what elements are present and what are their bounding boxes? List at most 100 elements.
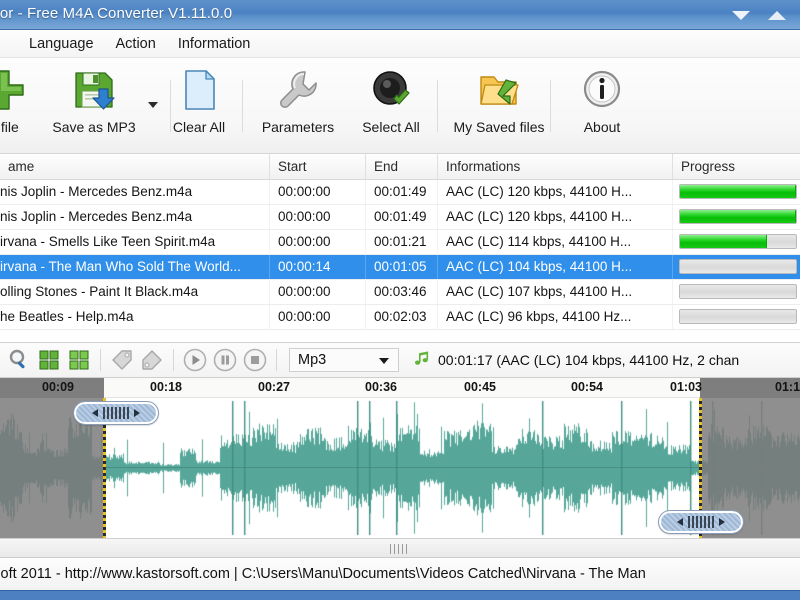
timeline-ruler[interactable]: 00:09 00:18 00:27 00:36 00:45 00:54 01:0… — [0, 378, 800, 398]
speaker-check-icon — [368, 64, 414, 116]
table-row[interactable]: irvana - Smells Like Teen Spirit.m4a 00:… — [0, 230, 800, 255]
status-bar: rSoft 2011 - http://www.kastorsoft.com |… — [0, 558, 800, 590]
waveform-scroll-strip[interactable] — [0, 538, 800, 558]
cell-info: AAC (LC) 104 kbps, 44100 H... — [438, 255, 673, 279]
selection-start-handle[interactable] — [73, 401, 159, 425]
menu-item-language[interactable]: Language — [18, 33, 105, 55]
table-row-selected[interactable]: irvana - The Man Who Sold The World... 0… — [0, 255, 800, 280]
progress-bar — [679, 259, 797, 274]
folder-arrow-icon — [476, 64, 522, 116]
save-as-mp3-label: Save as MP3 — [52, 119, 136, 135]
table-row[interactable]: nis Joplin - Mercedes Benz.m4a 00:00:00 … — [0, 180, 800, 205]
bottom-accent-bar — [0, 590, 800, 600]
selection-end-handle[interactable] — [658, 510, 744, 534]
cell-name: irvana - The Man Who Sold The World... — [0, 255, 270, 279]
waveform-baseline — [0, 467, 800, 468]
status-bar-text: rSoft 2011 - http://www.kastorsoft.com |… — [0, 566, 646, 582]
cell-info: AAC (LC) 107 kbps, 44100 H... — [438, 280, 673, 304]
column-header-progress[interactable]: Progress — [673, 154, 800, 179]
cell-name: olling Stones - Paint It Black.m4a — [0, 280, 270, 304]
chevron-down-icon[interactable] — [379, 358, 389, 364]
toolbar-separator-2 — [242, 80, 243, 132]
my-saved-files-button[interactable]: My Saved files — [445, 64, 553, 135]
wrench-icon — [275, 64, 321, 116]
cell-info: AAC (LC) 114 kbps, 44100 H... — [438, 230, 673, 254]
player-toolbar: Mp3 00:01:17 (AAC (LC) 104 kbps, 44100 H… — [0, 342, 800, 378]
grip-lines-icon — [688, 516, 714, 528]
column-header-end[interactable]: End — [366, 154, 438, 179]
menu-item-action[interactable]: Action — [105, 33, 167, 55]
parameters-label: Parameters — [261, 119, 335, 135]
magnifier-icon[interactable] — [4, 345, 34, 375]
progress-bar — [679, 309, 797, 324]
table-row[interactable]: olling Stones - Paint It Black.m4a 00:00… — [0, 280, 800, 305]
cell-name: nis Joplin - Mercedes Benz.m4a — [0, 180, 270, 204]
chevron-down-icon[interactable] — [732, 10, 750, 20]
select-all-label: Select All — [362, 119, 420, 135]
cell-end: 00:01:49 — [366, 180, 438, 204]
plus-icon — [0, 64, 27, 116]
cell-end: 00:01:21 — [366, 230, 438, 254]
zoom-in-grid-icon[interactable] — [64, 345, 94, 375]
cell-progress — [673, 280, 800, 304]
progress-bar — [679, 284, 797, 299]
cell-progress — [673, 180, 800, 204]
cell-name: irvana - Smells Like Teen Spirit.m4a — [0, 230, 270, 254]
progress-bar-fill — [680, 210, 796, 223]
progress-bar — [679, 234, 797, 249]
add-file-label: d file — [0, 119, 19, 135]
scroll-grip-icon[interactable] — [390, 544, 410, 554]
cell-progress — [673, 205, 800, 229]
title-bar: stor - Free M4A Converter V1.11.0.0 — [0, 0, 800, 30]
cell-start: 00:00:00 — [270, 180, 366, 204]
parameters-button[interactable]: Parameters — [244, 64, 352, 135]
arrow-right-icon — [719, 518, 725, 526]
cell-end: 00:01:05 — [366, 255, 438, 279]
table-row[interactable]: he Beatles - Help.m4a 00:00:00 00:02:03 … — [0, 305, 800, 330]
chevron-up-icon[interactable] — [768, 10, 786, 20]
about-label: About — [583, 119, 621, 135]
waveform-area[interactable]: 00:09 00:18 00:27 00:36 00:45 00:54 01:0… — [0, 378, 800, 538]
cell-info: AAC (LC) 96 kbps, 44100 Hz... — [438, 305, 673, 329]
arrow-left-icon — [677, 518, 683, 526]
cell-start: 00:00:00 — [270, 305, 366, 329]
ruler-tick: 01:03 — [670, 380, 702, 394]
column-header-informations[interactable]: Informations — [438, 154, 673, 179]
stop-icon[interactable] — [240, 345, 270, 375]
ruler-tick: 00:27 — [258, 380, 290, 394]
pause-icon[interactable] — [210, 345, 240, 375]
main-toolbar: d file Save as MP3 — [0, 58, 800, 154]
cell-end: 00:01:49 — [366, 205, 438, 229]
waveform-canvas-container[interactable] — [0, 398, 800, 538]
clear-all-button[interactable]: Clear All — [145, 64, 253, 135]
floppy-save-icon — [71, 64, 117, 116]
cell-progress — [673, 305, 800, 329]
menu-item-information[interactable]: Information — [167, 33, 262, 55]
cell-progress — [673, 230, 800, 254]
window-title: stor - Free M4A Converter V1.11.0.0 — [0, 5, 233, 22]
ruler-tick: 01:1 — [775, 380, 800, 394]
tag-remove-icon[interactable] — [137, 345, 167, 375]
player-separator — [100, 349, 101, 371]
tag-icon[interactable] — [107, 345, 137, 375]
player-separator-2 — [173, 349, 174, 371]
file-list-header: ame Start End Informations Progress — [0, 154, 800, 180]
cell-start: 00:00:00 — [270, 205, 366, 229]
my-saved-files-label: My Saved files — [453, 119, 545, 135]
cell-progress — [673, 255, 800, 279]
cell-start: 00:00:00 — [270, 280, 366, 304]
file-list[interactable]: ame Start End Informations Progress nis … — [0, 154, 800, 342]
table-row[interactable]: nis Joplin - Mercedes Benz.m4a 00:00:00 … — [0, 205, 800, 230]
ruler-tick: 00:54 — [571, 380, 603, 394]
column-header-start[interactable]: Start — [270, 154, 366, 179]
column-header-name[interactable]: ame — [0, 154, 270, 179]
ruler-tick: 00:09 — [42, 380, 74, 394]
about-button[interactable]: About — [548, 64, 656, 135]
select-all-button[interactable]: Select All — [337, 64, 445, 135]
zoom-out-grid-icon[interactable] — [34, 345, 64, 375]
arrow-right-icon — [134, 409, 140, 417]
progress-bar-fill — [680, 185, 796, 198]
output-format-select[interactable]: Mp3 — [289, 348, 399, 372]
save-as-mp3-button[interactable]: Save as MP3 — [40, 64, 148, 135]
play-icon[interactable] — [180, 345, 210, 375]
